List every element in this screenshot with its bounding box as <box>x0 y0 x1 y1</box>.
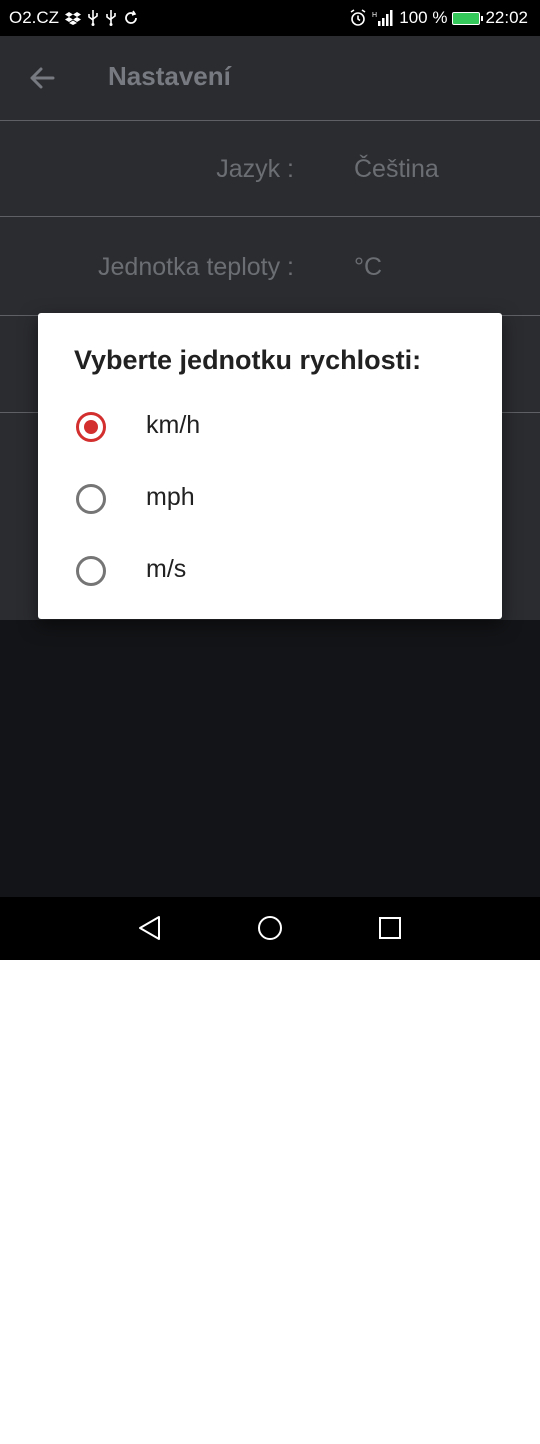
radio-unchecked-icon[interactable] <box>76 556 106 586</box>
sync-icon <box>123 10 139 26</box>
dim-overlay[interactable] <box>0 620 540 897</box>
dialog-title: Vyberte jednotku rychlosti: <box>74 345 422 375</box>
page-title: Nastavení <box>108 61 231 91</box>
battery-percent: 100 % <box>399 8 448 27</box>
setting-value: Čeština <box>354 155 439 183</box>
divider <box>0 120 540 121</box>
speed-unit-dialog: Vyberte jednotku rychlosti: km/h mph m/s <box>38 313 502 619</box>
signal-icon: H <box>372 10 394 26</box>
option-mph[interactable]: mph <box>38 470 502 530</box>
usb-icon <box>105 10 117 26</box>
svg-text:H: H <box>372 12 377 19</box>
radio-checked-icon[interactable] <box>76 412 106 442</box>
arrow-left-icon[interactable] <box>26 62 58 94</box>
app-bar: Nastavení <box>0 36 540 120</box>
status-bar: O2.CZ H 100 % 22:02 <box>0 0 540 36</box>
radio-unchecked-icon[interactable] <box>76 484 106 514</box>
setting-value: °C <box>354 253 383 281</box>
dropbox-icon <box>65 11 82 25</box>
clock: 22:02 <box>485 8 528 27</box>
setting-label: Jednotka teploty : <box>98 253 294 281</box>
battery-icon <box>452 11 484 25</box>
option-m-s[interactable]: m/s <box>38 542 502 602</box>
alarm-icon <box>349 9 367 27</box>
option-label: km/h <box>146 411 201 439</box>
navigation-bar <box>0 897 540 960</box>
option-km-h[interactable]: km/h <box>38 398 502 458</box>
home-circle-icon[interactable] <box>256 914 284 942</box>
divider <box>0 216 540 217</box>
option-label: mph <box>146 483 195 511</box>
carrier-label: O2.CZ <box>9 8 60 27</box>
app-screen: O2.CZ H 100 % 22:02 Nastavení Jazyk: Če… <box>0 0 540 960</box>
usb-icon <box>87 10 99 26</box>
back-triangle-icon[interactable] <box>136 914 164 942</box>
setting-label: Jazyk : <box>216 155 294 183</box>
recents-square-icon[interactable] <box>376 914 404 942</box>
option-label: m/s <box>146 555 187 583</box>
